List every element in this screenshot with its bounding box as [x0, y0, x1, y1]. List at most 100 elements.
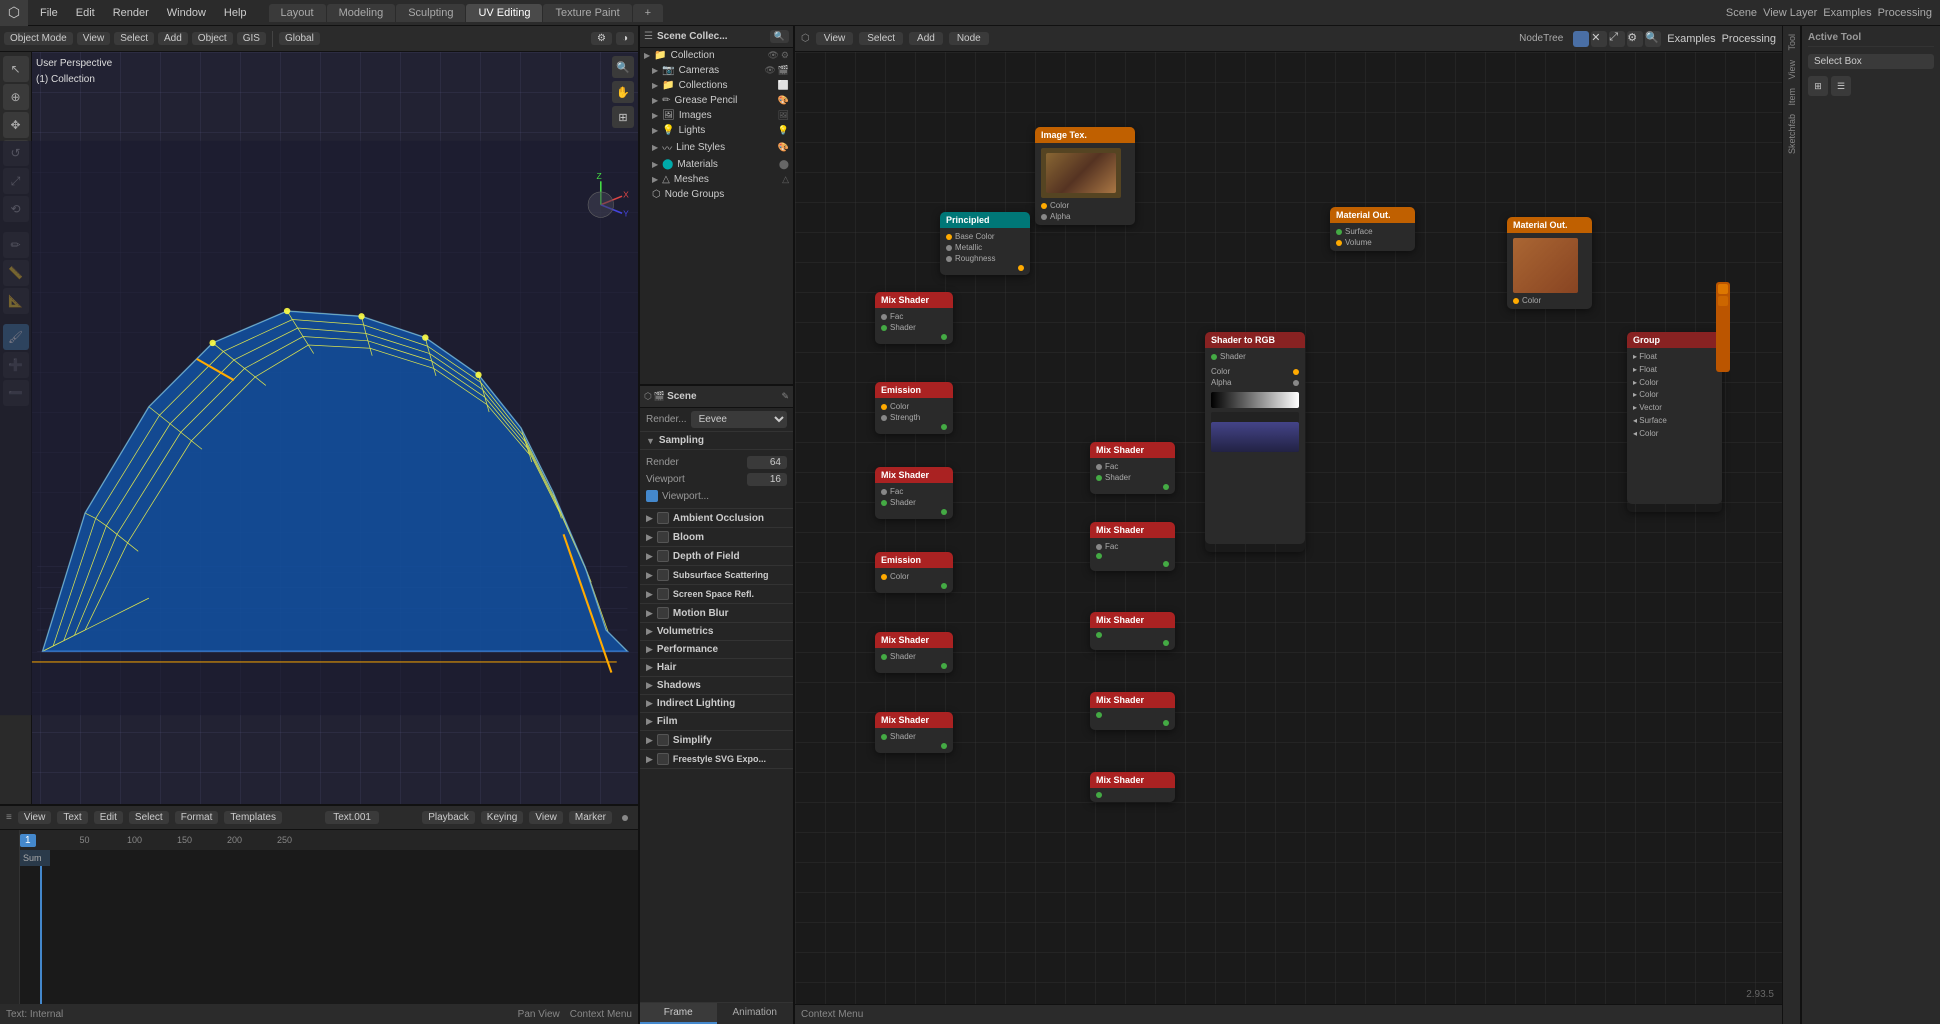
sidebar-tool[interactable]: Tool — [1787, 30, 1797, 55]
tree-images[interactable]: ▶ 🖼 Images 🖼 — [640, 108, 793, 123]
tree-node-groups[interactable]: ⬡ Node Groups — [640, 187, 793, 202]
section-ao[interactable]: ▶ Ambient Occlusion — [640, 509, 793, 528]
section-shadows[interactable]: ▶ Shadows — [640, 677, 793, 695]
tree-collections[interactable]: ▶ 📁 Collections ⬜ — [640, 78, 793, 93]
mb-check[interactable] — [657, 607, 669, 619]
menu-window[interactable]: Window — [159, 5, 214, 21]
freestyle-check[interactable] — [657, 753, 669, 765]
viewport-3d[interactable]: ↖ ⊕ ✥ ↺ ⤢ ⟲ ✏ 📏 📐 🖌 ➕ ➖ Use — [0, 52, 638, 804]
tl-keying[interactable]: Keying — [481, 811, 524, 824]
menu-edit[interactable]: Edit — [68, 5, 103, 21]
node-texture[interactable]: Image Tex. Color Alpha — [1035, 127, 1135, 225]
node-mix3[interactable]: Mix Shader — [1090, 612, 1175, 650]
tl-edit[interactable]: Edit — [94, 811, 123, 824]
tl-playback[interactable]: Playback — [422, 811, 475, 824]
tab-animation[interactable]: Animation — [717, 1003, 794, 1024]
menu-file[interactable]: File — [32, 5, 66, 21]
node-far-right[interactable]: Material Out. Color — [1507, 217, 1592, 309]
ao-check[interactable] — [657, 512, 669, 524]
ne-btn3[interactable]: ⚙ — [1627, 31, 1643, 47]
tree-meshes[interactable]: ▶ △ Meshes △ — [640, 172, 793, 187]
tl-view-btn[interactable]: View — [529, 811, 563, 824]
active-tool-name[interactable]: Select Box — [1808, 54, 1934, 69]
node-right-shader[interactable]: Group ▸ Float ▸ Float ▸ Color ▸ Color ▸ … — [1627, 332, 1722, 512]
section-ssr[interactable]: ▶ Screen Space Refl. — [640, 585, 793, 604]
zoom-btn[interactable]: ⊞ — [612, 106, 634, 128]
add-btn[interactable]: Add — [158, 32, 188, 45]
ssr-check[interactable] — [657, 588, 669, 600]
section-indirect[interactable]: ▶ Indirect Lighting — [640, 695, 793, 713]
tab-frame[interactable]: Frame — [640, 1003, 717, 1024]
node-roughness[interactable]: Mix Shader Fac Shader — [1090, 442, 1175, 494]
tree-lights[interactable]: ▶ 💡 Lights 💡 — [640, 123, 793, 138]
select-btn[interactable]: Select — [114, 32, 154, 45]
tab-modeling[interactable]: Modeling — [327, 4, 396, 22]
tl-text[interactable]: Text — [57, 811, 87, 824]
sss-check[interactable] — [657, 569, 669, 581]
node-mix2[interactable]: Mix Shader Fac — [1090, 522, 1175, 571]
section-motion-blur[interactable]: ▶ Motion Blur — [640, 604, 793, 623]
view-btn[interactable]: View — [77, 32, 111, 45]
node-output[interactable]: Material Out. Surface Volume — [1330, 207, 1415, 251]
section-performance[interactable]: ▶ Performance — [640, 641, 793, 659]
object-btn[interactable]: Object — [192, 32, 233, 45]
menu-render[interactable]: Render — [105, 5, 157, 21]
node-mix-1[interactable]: Mix Shader Fac Shader — [875, 292, 953, 344]
tl-marker[interactable]: Marker — [569, 811, 612, 824]
simplify-check[interactable] — [657, 734, 669, 746]
ne-view[interactable]: View — [816, 32, 854, 45]
outliner-search[interactable]: 🔍 — [770, 30, 789, 43]
overlay-btn[interactable]: ⚙ — [591, 32, 612, 45]
section-sss[interactable]: ▶ Subsurface Scattering — [640, 566, 793, 585]
tab-add[interactable]: + — [633, 4, 663, 22]
tab-uv-editing[interactable]: UV Editing — [466, 4, 542, 22]
timeline-area[interactable]: 1 50 100 150 200 250 Sum — [0, 830, 638, 1024]
viewport-samples[interactable]: 16 — [747, 473, 787, 486]
node-normal[interactable]: Mix Shader Fac Shader — [875, 467, 953, 519]
tab-texture-paint[interactable]: Texture Paint — [543, 4, 631, 22]
zoom-in-btn[interactable]: 🔍 — [612, 56, 634, 78]
render-samples[interactable]: 64 — [747, 456, 787, 469]
bloom-check[interactable] — [657, 531, 669, 543]
tl-format[interactable]: Format — [175, 811, 219, 824]
ne-btn1[interactable]: ✕ — [1591, 31, 1607, 47]
tree-line-styles[interactable]: ▶ 〰 Line Styles 🎨 — [640, 138, 793, 157]
pan-btn[interactable]: ✋ — [612, 81, 634, 103]
props-icon-btn[interactable]: ⬡ — [644, 391, 652, 402]
node-alpha[interactable]: Mix Shader Shader — [875, 632, 953, 673]
current-frame[interactable]: 1 — [20, 834, 36, 847]
at-icon-grid[interactable]: ⊞ — [1808, 76, 1828, 96]
ne-node[interactable]: Node — [949, 32, 989, 45]
props-options[interactable]: ✎ — [781, 391, 789, 402]
sidebar-item[interactable]: Item — [1787, 84, 1797, 110]
section-film[interactable]: ▶ Film — [640, 713, 793, 731]
ne-btn2[interactable]: ⤢ — [1609, 31, 1625, 47]
at-icon-list[interactable]: ☰ — [1831, 76, 1851, 96]
node-principled[interactable]: Principled Base Color Metallic Roughness — [940, 212, 1030, 275]
section-hair[interactable]: ▶ Hair — [640, 659, 793, 677]
node-color[interactable]: Emission Color Strength — [875, 382, 953, 434]
tab-layout[interactable]: Layout — [269, 4, 326, 22]
sidebar-view[interactable]: View — [1787, 56, 1797, 83]
tree-cameras[interactable]: ▶ 📷 Cameras 👁 🎬 — [640, 63, 793, 78]
dof-check[interactable] — [657, 550, 669, 562]
node-emission-2[interactable]: Emission Color — [875, 552, 953, 593]
tab-sculpting[interactable]: Sculpting — [396, 4, 465, 22]
tl-templates[interactable]: Templates — [224, 811, 282, 824]
tree-materials[interactable]: ▶ ⬤ Materials ⬤ — [640, 157, 793, 172]
object-mode-select[interactable]: Object Mode — [4, 32, 73, 45]
tree-grease-pencil[interactable]: ▶ ✏ Grease Pencil 🎨 — [640, 93, 793, 108]
menu-help[interactable]: Help — [216, 5, 255, 21]
section-simplify[interactable]: ▶ Simplify — [640, 731, 793, 750]
tl-view[interactable]: View — [18, 811, 52, 824]
node-canvas[interactable]: Image Tex. Color Alpha Principled Base C… — [795, 52, 1782, 1004]
ne-add[interactable]: Add — [909, 32, 943, 45]
section-volumetrics[interactable]: ▶ Volumetrics — [640, 623, 793, 641]
engine-select[interactable]: Eevee — [691, 411, 787, 428]
node-strip[interactable] — [1716, 282, 1730, 372]
tree-collection[interactable]: ▶ 📁 Collection 👁 ⚙ — [640, 48, 793, 63]
node-group[interactable]: Mix Shader Shader — [875, 712, 953, 753]
node-shader-main[interactable]: Shader to RGB Shader Color Alpha — [1205, 332, 1305, 552]
node-mix4[interactable]: Mix Shader — [1090, 692, 1175, 730]
gis-btn[interactable]: GIS — [237, 32, 266, 45]
